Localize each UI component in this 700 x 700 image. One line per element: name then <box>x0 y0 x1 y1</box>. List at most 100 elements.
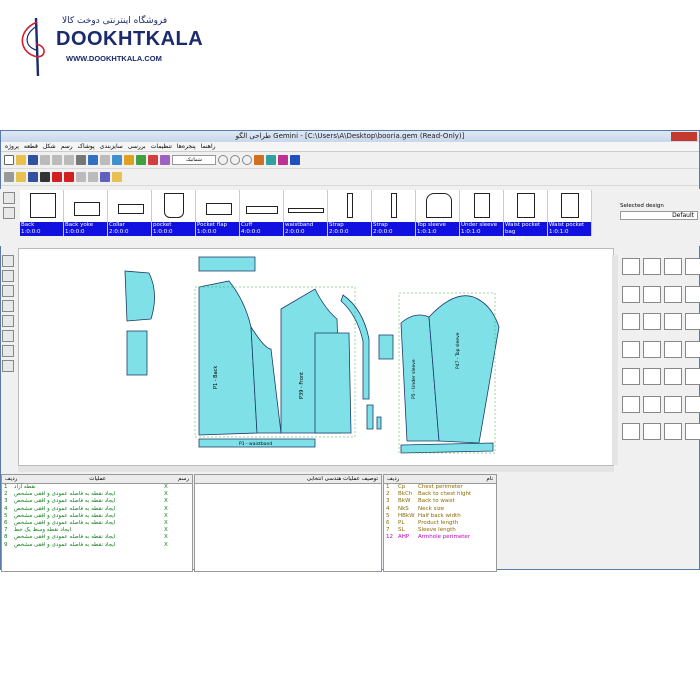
piece-thumbnail[interactable]: Waist pocket bag 1:0:1:0 <box>504 190 548 242</box>
list-item[interactable]: 2 ایجاد نقطه به فاصله عمودی و افقی مشخص X <box>2 491 192 498</box>
delete-icon[interactable] <box>52 172 62 182</box>
point-tool-icon[interactable] <box>664 258 682 275</box>
help-icon[interactable] <box>290 155 300 165</box>
menu-item[interactable]: پروژه <box>5 142 19 151</box>
list-item[interactable]: 6 PL Product length <box>384 520 496 527</box>
list-item[interactable]: 3 BkW Back to waist <box>384 498 496 505</box>
circle-tool-icon[interactable] <box>622 368 640 386</box>
color-tool-icon[interactable] <box>2 345 14 357</box>
save-icon[interactable] <box>28 155 38 165</box>
intersection-tool-icon[interactable] <box>685 340 700 358</box>
save-icon[interactable] <box>28 172 38 182</box>
line-tool-icon[interactable] <box>685 285 700 303</box>
paste-icon[interactable] <box>64 155 74 165</box>
open-folder-icon[interactable] <box>112 172 122 182</box>
delete-all-icon[interactable] <box>64 172 74 182</box>
ruler-tool-icon[interactable] <box>2 300 14 312</box>
intersection-tool-icon[interactable] <box>664 340 682 358</box>
angle-tool-icon[interactable] <box>622 313 640 331</box>
list-item[interactable]: 4 NkS Neck size <box>384 506 496 513</box>
color-icon[interactable] <box>278 155 288 165</box>
pattern-tool-icon[interactable] <box>124 155 134 165</box>
point-tool-icon[interactable] <box>685 258 700 275</box>
canvas-horizontal-scrollbar[interactable] <box>18 466 614 472</box>
copy-icon[interactable] <box>52 155 62 165</box>
copy-icon[interactable] <box>76 172 86 182</box>
list-item[interactable]: 7 SL Sleeve length <box>384 527 496 534</box>
angle-tool-icon[interactable] <box>685 313 700 331</box>
zoom-in-icon[interactable] <box>218 155 228 165</box>
point-tool-icon[interactable] <box>622 258 640 275</box>
pen-tool-icon[interactable] <box>2 285 14 297</box>
menu-item[interactable]: بررسی <box>128 142 146 151</box>
list-item[interactable]: 5 ایجاد نقطه به فاصله عمودی و افقی مشخص X <box>2 513 192 520</box>
piece-thumbnail[interactable]: Waist pocket 1:0:1:0 <box>548 190 592 236</box>
piece-thumbnail[interactable]: Cuff 4:0:0:0 <box>240 190 284 236</box>
circle-tool-icon[interactable] <box>643 423 661 441</box>
piece-thumbnail[interactable]: Back 1:0:0:0 <box>20 190 64 236</box>
pointer-icon[interactable] <box>2 255 14 267</box>
menu-item[interactable]: سایزبندی <box>100 142 123 151</box>
angle-tool-icon[interactable] <box>664 313 682 331</box>
pattern-tool-icon[interactable] <box>136 155 146 165</box>
line-tool-icon[interactable] <box>622 285 640 303</box>
circle-tool-icon[interactable] <box>643 368 661 386</box>
arrow-right-icon[interactable] <box>40 172 50 182</box>
curve-tool-icon[interactable] <box>2 315 14 327</box>
piece-tool-icon[interactable] <box>100 172 110 182</box>
menu-item[interactable]: راهنما <box>201 142 216 151</box>
cut-icon[interactable] <box>40 155 50 165</box>
circle-tool-icon[interactable] <box>664 423 682 441</box>
open-folder-icon[interactable] <box>16 172 26 182</box>
paste-icon[interactable] <box>88 172 98 182</box>
undo-icon[interactable] <box>88 155 98 165</box>
redo-icon[interactable] <box>100 155 110 165</box>
new-file-icon[interactable] <box>4 155 14 165</box>
menu-item[interactable]: شکل <box>43 142 56 151</box>
pattern-canvas[interactable]: P1 - Back P39 - Front P1 - waistband P5 … <box>18 248 614 466</box>
circle-tool-icon[interactable] <box>664 368 682 386</box>
circle-tool-icon[interactable] <box>685 395 700 413</box>
list-item[interactable]: 8 ایجاد نقطه به فاصله عمودی و افقی مشخص X <box>2 534 192 541</box>
list-item[interactable]: 4 ایجاد نقطه به فاصله عمودی و افقی مشخص X <box>2 506 192 513</box>
point-tool-icon[interactable] <box>643 258 661 275</box>
piece-thumbnail[interactable]: waistband 2:0:0:0 <box>284 190 328 236</box>
piece-thumbnail[interactable]: Collar 2:0:0:0 <box>108 190 152 236</box>
pattern-tool-icon[interactable] <box>112 155 122 165</box>
circle-tool-icon[interactable] <box>664 395 682 413</box>
open-folder-icon[interactable] <box>16 155 26 165</box>
measure-icon[interactable] <box>266 155 276 165</box>
circle-tool-icon[interactable] <box>685 423 700 441</box>
menu-item[interactable]: پنجره‌ها <box>177 142 196 151</box>
menu-item[interactable]: قطعه <box>24 142 38 151</box>
pattern-tool-icon[interactable] <box>160 155 170 165</box>
list-item[interactable]: 9 ایجاد نقطه به فاصله عمودی و افقی مشخص X <box>2 542 192 549</box>
zoom-fit-icon[interactable] <box>242 155 252 165</box>
canvas-vertical-scrollbar[interactable] <box>612 255 618 465</box>
selected-design-select[interactable]: Default <box>620 211 698 220</box>
menu-item[interactable]: رسم <box>61 142 73 151</box>
piece-thumbnail[interactable]: Pocket flap 1:0:0:0 <box>196 190 240 236</box>
list-item[interactable]: 1 Cp Chest perimeter <box>384 484 496 491</box>
view-mode-select[interactable]: شماتیک <box>172 155 216 165</box>
fill-tool-icon[interactable] <box>2 330 14 342</box>
grade-icon[interactable] <box>254 155 264 165</box>
piece-thumbnail[interactable]: Strap 2:0:0:0 <box>328 190 372 236</box>
circle-tool-icon[interactable] <box>622 395 640 413</box>
print-icon[interactable] <box>76 155 86 165</box>
list-item[interactable]: 7 ایجاد نقطه وسط یک خط X <box>2 527 192 534</box>
menu-item[interactable]: پوشاک <box>78 142 95 151</box>
piece-tool-icon[interactable] <box>4 172 14 182</box>
list-item[interactable]: 12 AHP Armhole perimeter <box>384 534 496 541</box>
pattern-tool-icon[interactable] <box>148 155 158 165</box>
angle-tool-icon[interactable] <box>643 313 661 331</box>
zoom-piece-icon[interactable] <box>3 207 15 219</box>
intersection-tool-icon[interactable] <box>643 340 661 358</box>
close-window-button[interactable] <box>671 132 697 141</box>
circle-tool-icon[interactable] <box>643 395 661 413</box>
piece-thumbnail[interactable]: Under sleeve 1:0:1:0 <box>460 190 504 236</box>
line-tool-icon[interactable] <box>2 270 14 282</box>
circle-tool-icon[interactable] <box>622 423 640 441</box>
list-item[interactable]: 1 نقطه آزاد X <box>2 484 192 491</box>
piece-thumbnail[interactable]: Top sleeve 1:0:1:0 <box>416 190 460 236</box>
